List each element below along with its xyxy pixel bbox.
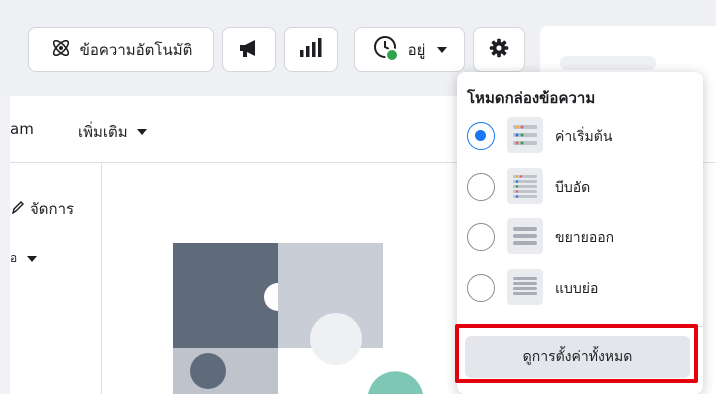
manage-link[interactable]: จัดการ — [11, 197, 75, 221]
chevron-down-icon — [27, 255, 38, 262]
megaphone-icon — [238, 38, 260, 62]
bar-chart-icon — [299, 37, 323, 62]
default-layout-icon — [507, 117, 543, 153]
atom-icon — [50, 37, 72, 63]
option-compact-label: แบบย่อ — [555, 281, 599, 297]
radio-compact[interactable] — [467, 274, 495, 302]
chevron-down-icon — [136, 129, 147, 135]
manage-label: จัดการ — [30, 200, 75, 218]
gear-icon — [489, 38, 509, 62]
compressed-layout-icon — [507, 168, 543, 204]
auto-message-label: ข้อความอัตโนมัติ — [79, 40, 193, 59]
status-dropdown[interactable]: อยู่ — [354, 27, 465, 72]
puzzle-illustration — [163, 243, 433, 394]
pencil-icon — [11, 200, 24, 218]
insights-button[interactable] — [284, 27, 338, 72]
announce-button[interactable] — [222, 27, 276, 72]
popup-title: โหมดกล่องข้อความ — [467, 89, 596, 107]
option-default[interactable]: ค่าเริ่มต้น — [467, 116, 693, 156]
chevron-down-icon — [437, 46, 448, 53]
option-expanded[interactable]: ขยายออก — [467, 217, 693, 257]
radio-compressed[interactable] — [467, 173, 495, 201]
settings-button[interactable] — [473, 27, 525, 72]
auto-message-button[interactable]: ข้อความอัตโนมัติ — [28, 27, 214, 72]
highlight-box — [455, 324, 698, 383]
option-compressed-label: บีบอัด — [555, 180, 591, 196]
tab-more[interactable]: เพิ่มเติม — [78, 120, 147, 144]
expanded-layout-icon — [507, 218, 543, 254]
option-default-label: ค่าเริ่มต้น — [555, 129, 613, 145]
clock-status-icon — [372, 34, 400, 66]
option-compressed[interactable]: บีบอัด — [467, 167, 693, 207]
status-label: อยู่ — [407, 40, 426, 59]
filter-dropdown-label: อ — [10, 251, 18, 265]
radio-default[interactable] — [467, 122, 495, 150]
option-compact[interactable]: แบบย่อ — [467, 268, 693, 308]
tab-more-label: เพิ่มเติม — [78, 123, 128, 141]
filter-dropdown[interactable]: อ — [10, 249, 38, 268]
placeholder-bar — [560, 56, 656, 70]
left-panel: จัดการ อ — [10, 163, 102, 394]
radio-expanded[interactable] — [467, 223, 495, 251]
tab-partial[interactable]: am — [10, 120, 34, 138]
option-expanded-label: ขยายออก — [555, 230, 615, 246]
compact-layout-icon — [507, 269, 543, 305]
